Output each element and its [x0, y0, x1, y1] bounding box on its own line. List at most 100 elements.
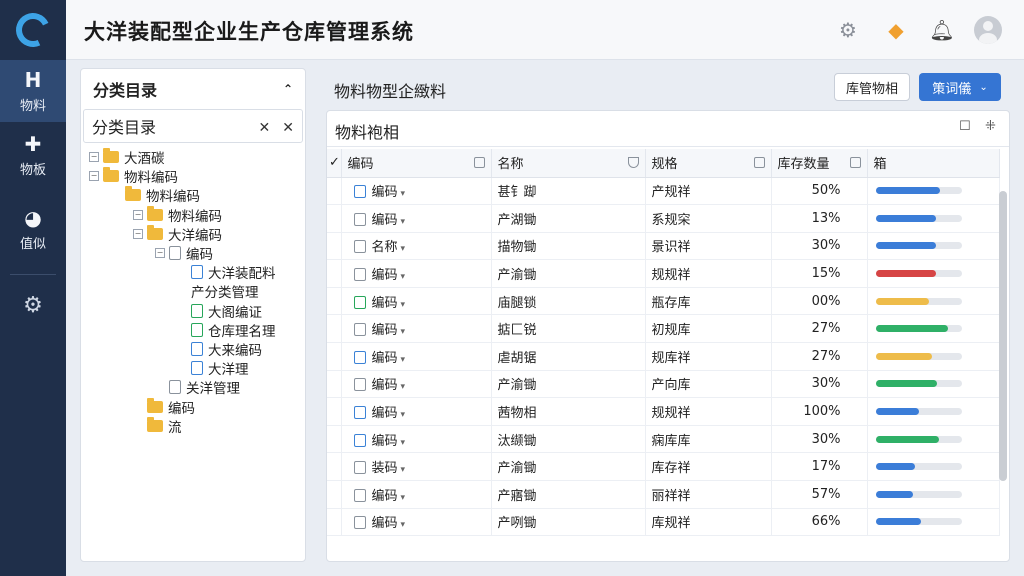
tree-node[interactable]: 大洋理 — [177, 358, 249, 378]
tree-node[interactable]: − 物料编码 — [133, 205, 222, 225]
tree-node[interactable]: − 大洋编码 — [133, 224, 222, 244]
comment-icon[interactable]: ☐ — [959, 119, 971, 134]
col-header-bin[interactable]: 箱 — [867, 149, 1000, 178]
tree-node[interactable]: 流 — [133, 416, 182, 436]
rail-item-materials[interactable]: H 物料 — [0, 60, 66, 122]
layers-icon[interactable]: ◆ — [880, 14, 912, 46]
cell-level — [867, 204, 1000, 233]
row-checkbox[interactable] — [327, 452, 342, 482]
folder-icon — [147, 205, 163, 221]
row-checkbox[interactable] — [327, 314, 342, 344]
tree-node[interactable]: 仓库理名理 — [177, 320, 276, 340]
app-logo[interactable] — [0, 0, 66, 60]
table-row[interactable]: 编码 ▾ 虐胡锯 规库祥 27% — [327, 342, 1000, 371]
tree-node-label: 大来编码 — [208, 343, 262, 359]
table-row[interactable]: 编码 ▾ 产寤锄 丽祥祥 57% — [327, 480, 1000, 509]
gear-icon[interactable]: ⚙ — [0, 285, 66, 325]
col-header-code[interactable]: 编码 — [341, 149, 492, 178]
caret-down-icon[interactable]: ▾ — [401, 493, 406, 503]
row-checkbox[interactable] — [327, 397, 342, 426]
select-all-checkbox[interactable]: ✓ — [327, 149, 342, 178]
tree-node[interactable]: − 物料编码 — [89, 166, 178, 186]
collapse-icon[interactable]: ✕ — [282, 120, 294, 136]
tree-node[interactable]: 产分类管理 — [177, 281, 259, 301]
caret-down-icon[interactable]: ▾ — [401, 327, 406, 337]
row-checkbox[interactable] — [327, 177, 342, 206]
caret-down-icon[interactable]: ▾ — [401, 465, 406, 475]
materials-panel: 物料物型企緻料 库管物相 策词儀 ⌄ 物料袍相 ☐ ⁜ ✓ 编码 名称 规格 库… — [326, 68, 1010, 562]
document-icon — [191, 361, 203, 376]
tree-node[interactable]: − 编码 — [155, 243, 213, 263]
row-checkbox[interactable] — [327, 342, 342, 371]
tree-expander-icon[interactable]: − — [133, 228, 143, 239]
tree-node[interactable]: 大洋装配料 — [177, 262, 276, 282]
tree-node[interactable]: 关洋管理 — [155, 377, 240, 397]
cell-spec: 规规祥 — [645, 259, 772, 288]
caret-down-icon[interactable]: ▾ — [401, 189, 406, 199]
table-row[interactable]: 编码 ▾ 茜物相 规规祥 100% — [327, 397, 1000, 426]
tree-expander-icon[interactable]: − — [155, 248, 165, 258]
table-row[interactable]: 装码 ▾ 产渝锄 库存祥 17% — [327, 452, 1000, 482]
caret-down-icon[interactable]: ▾ — [401, 272, 406, 282]
caret-down-icon[interactable]: ▾ — [401, 410, 406, 420]
col-header-label: 编码 — [347, 157, 374, 173]
cell-name: 产渝锄 — [491, 370, 646, 399]
record-icon — [353, 295, 366, 309]
row-checkbox[interactable] — [327, 259, 342, 288]
vertical-scrollbar[interactable] — [999, 191, 1007, 481]
tree-expander-icon[interactable]: − — [133, 209, 143, 220]
tree-expander-icon[interactable]: − — [89, 171, 99, 182]
table-row[interactable]: 编码 ▾ 掂匚锐 初规库 27% — [327, 314, 1000, 344]
table-row[interactable]: 名称 ▾ 描物锄 景识祥 30% — [327, 232, 1000, 261]
bell-icon[interactable]: 🔔︎ — [926, 14, 958, 46]
row-checkbox[interactable] — [327, 425, 342, 454]
tree-node[interactable]: 编码 — [133, 397, 195, 417]
caret-down-icon[interactable]: ▾ — [401, 217, 406, 227]
table-row[interactable]: 编码 ▾ 甚钅踋 产规祥 50% — [327, 177, 1000, 206]
caret-down-icon[interactable]: ▾ — [401, 520, 406, 530]
row-checkbox[interactable] — [327, 204, 342, 233]
tree-node[interactable]: 大来编码 — [177, 339, 262, 359]
cell-code-text: 编码 — [371, 378, 398, 394]
settings-icon[interactable]: ⚙ — [832, 14, 864, 46]
col-header-name[interactable]: 名称 — [491, 149, 646, 178]
row-checkbox[interactable] — [327, 287, 342, 316]
cell-qty: 13% — [771, 204, 868, 233]
tree-node-label: 大阁编证 — [208, 304, 262, 321]
rail-item-stats[interactable]: ◕ 值似 — [0, 198, 66, 260]
row-checkbox[interactable] — [327, 508, 342, 537]
tree-expander-icon[interactable]: − — [89, 152, 99, 162]
row-checkbox[interactable] — [327, 480, 342, 509]
row-checkbox[interactable] — [327, 232, 342, 261]
cell-code: 编码 ▾ — [341, 177, 492, 206]
caret-down-icon[interactable]: ▾ — [401, 244, 406, 254]
tree-node[interactable]: 物料编码 — [111, 185, 200, 205]
tree-node[interactable]: 大阁编证 — [177, 301, 262, 321]
caret-down-icon[interactable]: ▾ — [401, 300, 406, 310]
table-row[interactable]: 编码 ▾ 产渝锄 规规祥 15% — [327, 259, 1000, 288]
materials-table: ✓ 编码 名称 规格 库存数量 箱 编码 ▾ 甚钅踋 产规祥 50% 编码 ▾ 产湖锄 系规穼 1… — [327, 149, 1000, 537]
close-icon[interactable]: ✕ — [259, 120, 271, 136]
col-header-spec[interactable]: 规格 — [645, 149, 772, 178]
inventory-view-button[interactable]: 库管物相 — [834, 73, 910, 101]
col-header-qty[interactable]: 库存数量 — [771, 149, 868, 178]
tree-node-label: 大洋装配料 — [208, 266, 276, 283]
caret-down-icon[interactable]: ▾ — [401, 438, 406, 448]
cell-qty: 15% — [771, 259, 868, 288]
avatar[interactable] — [972, 14, 1004, 46]
cell-name: 汰缬锄 — [491, 425, 646, 454]
rail-item-board[interactable]: ✚ 物板 — [0, 124, 66, 186]
caret-down-icon[interactable]: ▾ — [401, 382, 406, 392]
chevron-up-icon[interactable]: ⌃ — [283, 82, 293, 96]
table-row[interactable]: 编码 ▾ 庙腿锁 瓶存库 00% — [327, 287, 1000, 316]
settings-small-icon[interactable]: ⁜ — [985, 119, 996, 134]
table-row[interactable]: 编码 ▾ 汰缬锄 痫库库 30% — [327, 425, 1000, 454]
table-row[interactable]: 编码 ▾ 产渝锄 产向库 30% — [327, 370, 1000, 399]
table-row[interactable]: 编码 ▾ 产湖锄 系规穼 13% — [327, 204, 1000, 233]
tree-node[interactable]: − 大酒碳 — [89, 147, 165, 167]
primary-action-button[interactable]: 策词儀 ⌄ — [919, 73, 1001, 101]
table-row[interactable]: 编码 ▾ 产咧锄 库规祥 66% — [327, 508, 1000, 537]
row-checkbox[interactable] — [327, 370, 342, 399]
caret-down-icon[interactable]: ▾ — [401, 355, 406, 365]
cell-code-text: 编码 — [371, 323, 398, 339]
